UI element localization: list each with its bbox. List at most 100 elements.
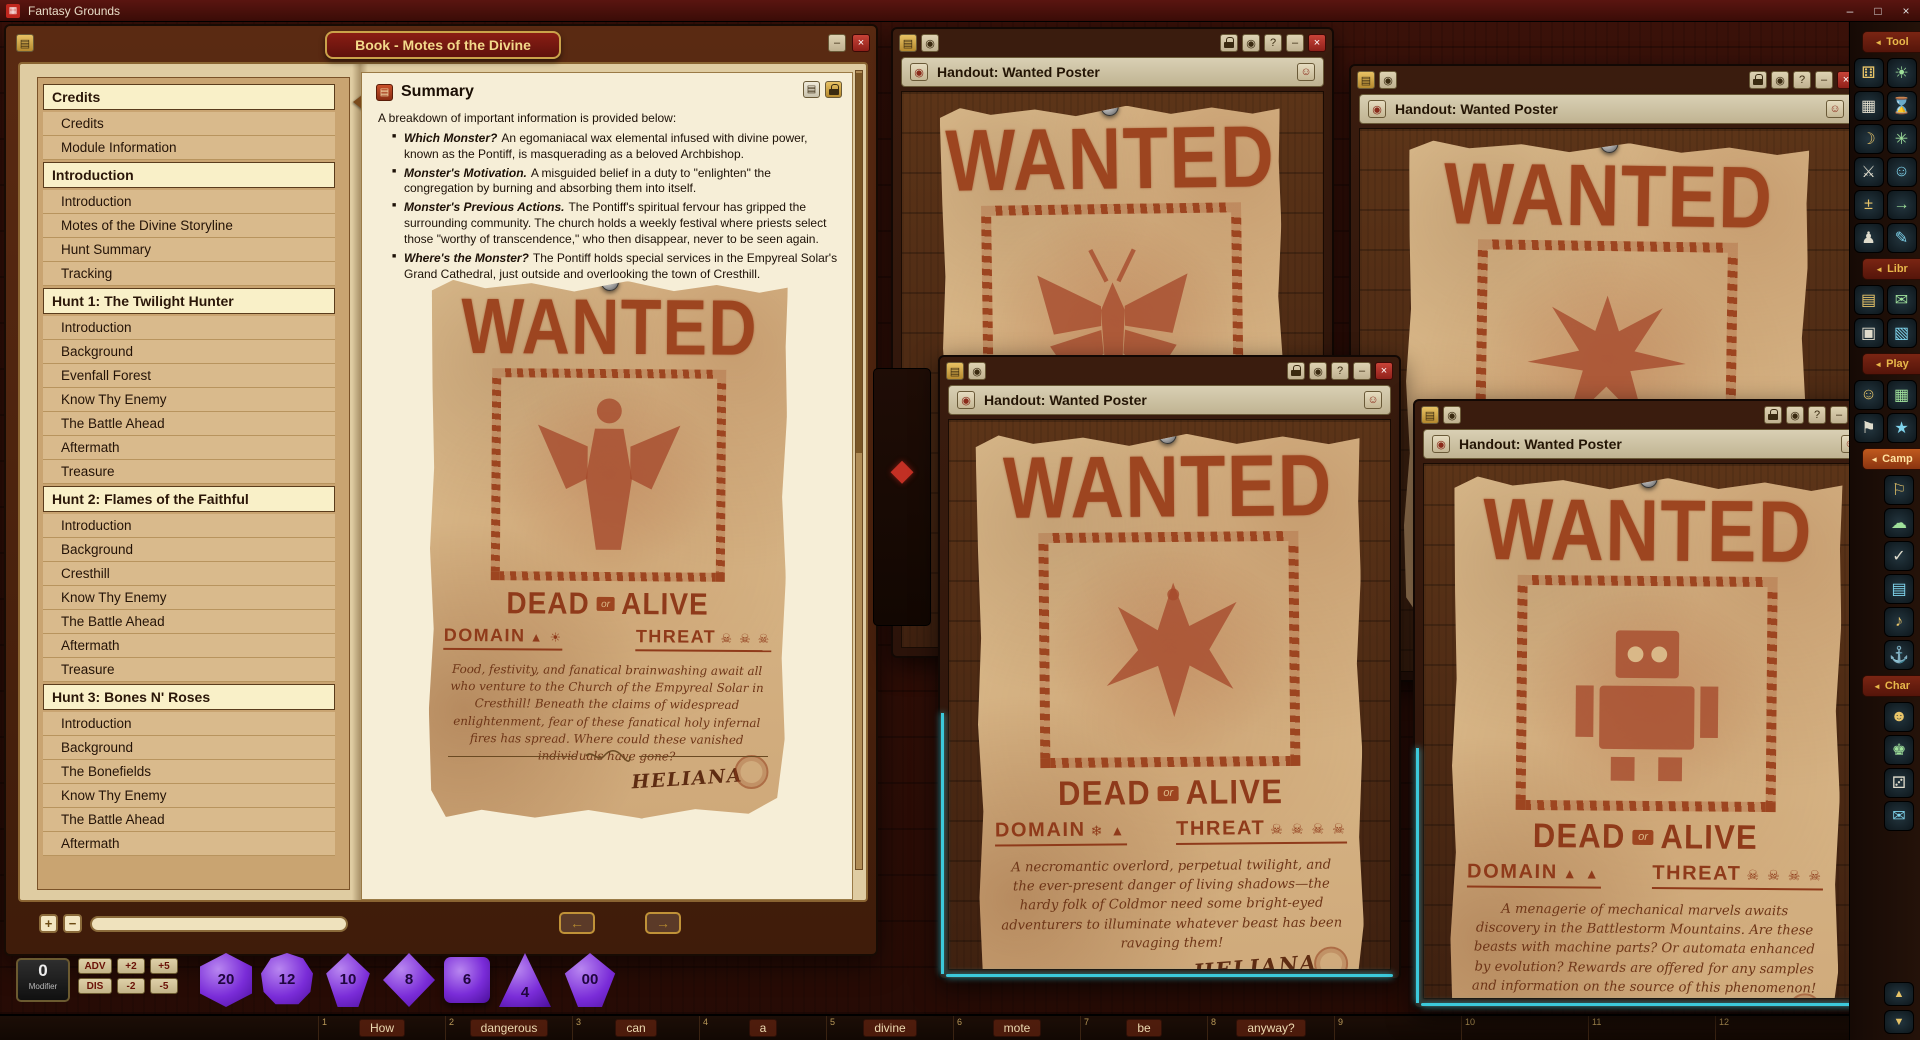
minus-five-button[interactable]: -5: [150, 978, 178, 994]
toc-entry[interactable]: Aftermath: [43, 634, 335, 658]
modifiers-icon[interactable]: ±: [1854, 190, 1884, 220]
window-title-bar[interactable]: ▦ Fantasy Grounds – □ ×: [0, 0, 1920, 22]
modules-icon[interactable]: ▧: [1887, 318, 1917, 348]
hotkey-slot[interactable]: 2 dangerous: [445, 1016, 572, 1040]
hotkey-slot[interactable]: 3 can: [572, 1016, 699, 1040]
toc-entry[interactable]: Background: [43, 538, 335, 562]
sidebar-tab-character[interactable]: ◄ Char: [1862, 675, 1920, 697]
page-scroll-slider[interactable]: [90, 916, 348, 932]
library-icon[interactable]: ▤: [1854, 285, 1884, 315]
toc-entry[interactable]: Background: [43, 340, 335, 364]
handout-icon[interactable]: ◉: [910, 63, 928, 81]
campaign-icon[interactable]: ⚐: [1884, 475, 1914, 505]
d6-die[interactable]: 6: [444, 957, 490, 1003]
handout-window-4[interactable]: ▤ ◉ ◉ ? – × ◉ Handout: Wanted Poster ☺ W…: [1413, 399, 1878, 1009]
broadcast-icon[interactable]: ◉: [1242, 34, 1260, 52]
portrait-icon[interactable]: ☺: [1364, 391, 1382, 409]
toc-entry[interactable]: Evenfall Forest: [43, 364, 335, 388]
window-shortcut-icon[interactable]: ▤: [1421, 406, 1439, 424]
disadvantage-button[interactable]: DIS: [78, 978, 112, 994]
characters-icon[interactable]: ☺: [1854, 380, 1884, 410]
hotkey-slot[interactable]: 8 anyway?: [1207, 1016, 1334, 1040]
toc-entry[interactable]: Hunt 3: Bones N' Roses: [43, 684, 335, 710]
toc-entry[interactable]: Treasure: [43, 460, 335, 484]
d8-die[interactable]: 8: [383, 953, 435, 1007]
wanted-poster[interactable]: WANTED DEAD or ALIVE DOMAIN ❄ ▲: [975, 432, 1364, 970]
hotkey-slot[interactable]: 10: [1461, 1016, 1588, 1040]
toc-entry[interactable]: Know Thy Enemy: [43, 586, 335, 610]
parcels-icon[interactable]: ★: [1887, 413, 1917, 443]
hotkey-slot[interactable]: 1 How: [318, 1016, 445, 1040]
images-icon[interactable]: ▣: [1854, 318, 1884, 348]
minimize-icon[interactable]: –: [1830, 406, 1848, 424]
toc-scrollbar-thumb[interactable]: [856, 73, 862, 453]
help-icon[interactable]: ?: [1808, 406, 1826, 424]
toc-entry[interactable]: The Bonefields: [43, 760, 335, 784]
minimize-icon[interactable]: –: [1286, 34, 1304, 52]
lock-icon[interactable]: [1749, 71, 1767, 89]
handout-window-3[interactable]: ▤ ◉ ◉ ? – × ◉ Handout: Wanted Poster ☺ W…: [938, 355, 1401, 980]
lock-icon[interactable]: [1287, 362, 1305, 380]
story-icon[interactable]: ✉: [1887, 285, 1917, 315]
items-icon[interactable]: ⚑: [1854, 413, 1884, 443]
book-minimize-button[interactable]: –: [828, 34, 846, 52]
sidebar-tab-library[interactable]: ◄ Libr: [1862, 258, 1920, 280]
sidebar-tab-tool[interactable]: ◄ Tool: [1862, 31, 1920, 53]
window-shortcut-icon[interactable]: ▤: [1357, 71, 1375, 89]
toc-entry[interactable]: Treasure: [43, 658, 335, 682]
toc-entry[interactable]: Background: [43, 736, 335, 760]
hotkey-slot[interactable]: 4 a: [699, 1016, 826, 1040]
book-shortcut-icon[interactable]: ▤: [16, 34, 34, 52]
toc-entry[interactable]: Know Thy Enemy: [43, 388, 335, 412]
toc-entry[interactable]: Cresthill: [43, 562, 335, 586]
tables-icon[interactable]: ▤: [1884, 574, 1914, 604]
close-icon[interactable]: ×: [1308, 34, 1326, 52]
advantage-button[interactable]: ADV: [78, 958, 112, 974]
weather-icon[interactable]: ☁: [1884, 508, 1914, 538]
toc-entry[interactable]: Credits: [43, 112, 335, 136]
handout-icon[interactable]: ◉: [957, 391, 975, 409]
sidebar-tab-play[interactable]: ◄ Play: [1862, 353, 1920, 375]
calendar-icon[interactable]: ▦: [1854, 91, 1884, 121]
combat-tracker-icon[interactable]: ⚔: [1854, 157, 1884, 187]
toc-entry[interactable]: Aftermath: [43, 436, 335, 460]
d12-die[interactable]: 12: [261, 953, 313, 1007]
hotkey-slot[interactable]: 7 be: [1080, 1016, 1207, 1040]
maximize-window-button[interactable]: □: [1864, 1, 1892, 21]
book-window[interactable]: Book - Motes of the Divine ▤ – × Credits…: [4, 24, 878, 956]
toc-entry[interactable]: Module Information: [43, 136, 335, 160]
toc-entry[interactable]: Introduction: [43, 190, 335, 214]
window-shortcut-icon[interactable]: ▤: [899, 34, 917, 52]
minimize-icon[interactable]: –: [1353, 362, 1371, 380]
plus-five-button[interactable]: +5: [150, 958, 178, 974]
portrait-icon[interactable]: ☺: [1297, 63, 1315, 81]
window-shortcut-icon[interactable]: ▤: [946, 362, 964, 380]
character-select-icon[interactable]: ♚: [1884, 735, 1914, 765]
clock-icon[interactable]: ⌛: [1887, 91, 1917, 121]
d100-die[interactable]: 00: [560, 953, 620, 1007]
toc-entry[interactable]: Introduction: [43, 162, 335, 188]
toc-entry[interactable]: Aftermath: [43, 832, 335, 856]
toc-entry[interactable]: Introduction: [43, 316, 335, 340]
toc-entry[interactable]: Hunt 1: The Twilight Hunter: [43, 288, 335, 314]
handout-title-bar[interactable]: ◉ Handout: Wanted Poster ☺: [901, 57, 1324, 87]
toc-entry[interactable]: Hunt 2: Flames of the Faithful: [43, 486, 335, 512]
handout-title-bar[interactable]: ◉ Handout: Wanted Poster ☺: [1359, 94, 1853, 124]
hotkey-slot[interactable]: 9: [1334, 1016, 1461, 1040]
plus-two-button[interactable]: +2: [117, 958, 145, 974]
effects-icon[interactable]: ✳: [1887, 124, 1917, 154]
toc-entry[interactable]: Introduction: [43, 514, 335, 538]
party-sheet-icon[interactable]: ☺: [1887, 157, 1917, 187]
zoom-in-button[interactable]: +: [39, 914, 58, 933]
quests-icon[interactable]: ✓: [1884, 541, 1914, 571]
hotkey-slot[interactable]: 6 mote: [953, 1016, 1080, 1040]
help-icon[interactable]: ?: [1793, 71, 1811, 89]
window-pin-icon[interactable]: ◉: [1379, 71, 1397, 89]
hotkey-slot[interactable]: 11: [1588, 1016, 1715, 1040]
chat-icon[interactable]: ✉: [1884, 801, 1914, 831]
maps-icon[interactable]: ▦: [1887, 380, 1917, 410]
sounds-icon[interactable]: ♪: [1884, 607, 1914, 637]
minimize-window-button[interactable]: –: [1836, 1, 1864, 21]
d4-die[interactable]: 4: [499, 953, 551, 1007]
handout-icon[interactable]: ◉: [1368, 100, 1386, 118]
